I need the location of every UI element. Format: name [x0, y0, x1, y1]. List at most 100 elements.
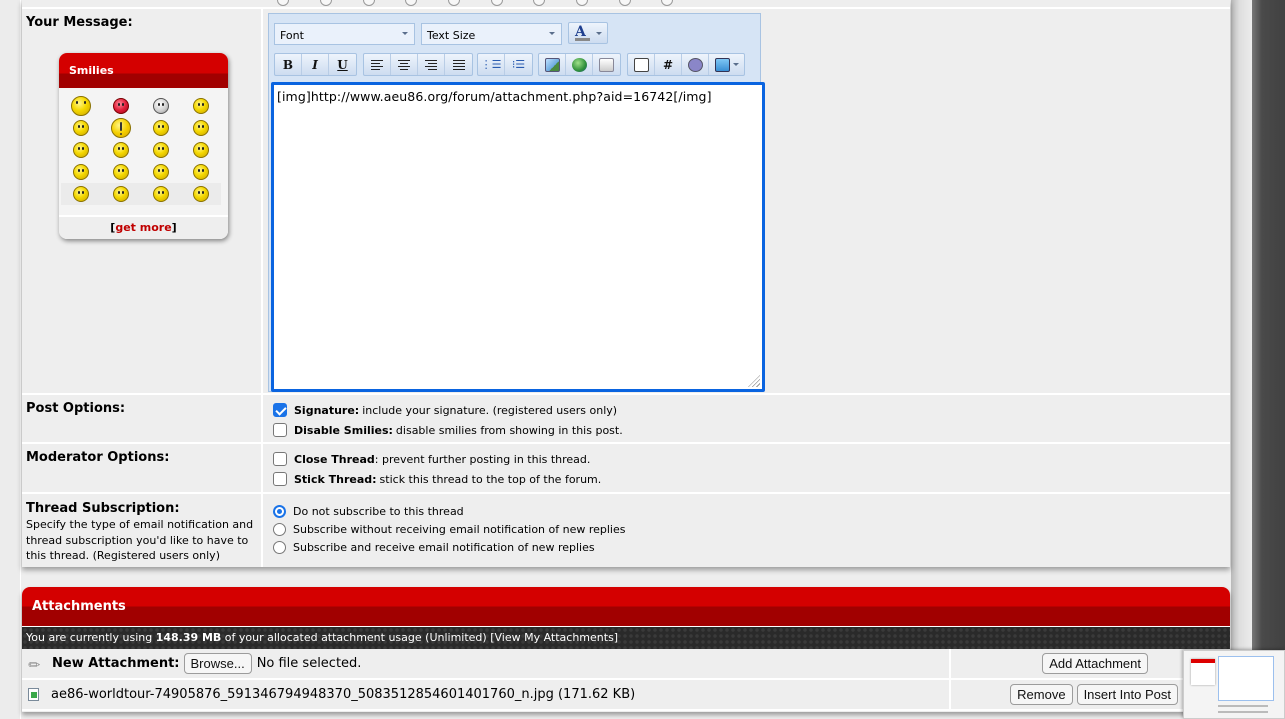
- attachment-usage-amount: 148.39 MB: [155, 631, 222, 644]
- close-thread-option[interactable]: Close Thread: prevent further posting in…: [273, 452, 590, 466]
- subscription-option-none[interactable]: Do not subscribe to this thread: [273, 505, 464, 518]
- globe-link-icon: [571, 57, 587, 72]
- justify-button[interactable]: [445, 54, 472, 75]
- subscription-option-no-email[interactable]: Subscribe without receiving email notifi…: [273, 523, 626, 536]
- paperclip-icon: ✎: [25, 655, 45, 675]
- stick-thread-option[interactable]: Stick Thread: stick this thread to the to…: [273, 472, 601, 486]
- insert-link-button[interactable]: [566, 54, 593, 75]
- cool-smiley-icon[interactable]: [181, 139, 221, 161]
- chevron-down-icon: [549, 32, 555, 35]
- email-icon: [599, 57, 614, 72]
- post-options-label: Post Options:: [26, 401, 126, 416]
- crying-laugh-smiley-icon[interactable]: [141, 183, 181, 205]
- post-options-values: Signature: include your signature. (regis…: [270, 395, 1230, 442]
- partial-radio[interactable]: [320, 0, 332, 6]
- sad-smiley-icon[interactable]: [181, 183, 221, 205]
- wall-smiley-icon[interactable]: [181, 161, 221, 183]
- php-icon: [687, 57, 703, 72]
- partial-radio[interactable]: [533, 0, 545, 6]
- grin-smiley-icon[interactable]: [101, 139, 141, 161]
- text-color-button[interactable]: A: [568, 22, 608, 44]
- partial-radio[interactable]: [448, 0, 460, 6]
- italic-button[interactable]: I: [302, 54, 329, 75]
- attachment-file-name: ae86-worldtour-74905876_591346794948370_…: [51, 687, 636, 702]
- partial-radio[interactable]: [576, 0, 588, 6]
- partial-radio[interactable]: [619, 0, 631, 6]
- subscription-option-email[interactable]: Subscribe and receive email notification…: [273, 541, 595, 554]
- insert-into-post-button[interactable]: Insert Into Post: [1076, 684, 1178, 705]
- hash-icon: #: [662, 57, 674, 72]
- disable-smilies-option[interactable]: Disable Smilies: disable smilies from sho…: [273, 423, 623, 437]
- subscription-radio-none[interactable]: [273, 505, 286, 518]
- align-center-icon: [398, 59, 410, 70]
- laugh-smiley-icon[interactable]: [61, 161, 101, 183]
- partial-radio[interactable]: [491, 0, 503, 6]
- sleep-smiley-icon[interactable]: [181, 117, 221, 139]
- wave-smiley-icon[interactable]: [61, 183, 101, 205]
- subscription-radio-no-email[interactable]: [273, 523, 286, 536]
- post-form-panel: Your Message: Smilies [get more] Font Te…: [22, 0, 1230, 567]
- tongue-smiley-icon[interactable]: [101, 161, 141, 183]
- video-button[interactable]: [709, 54, 744, 75]
- font-select[interactable]: Font: [274, 23, 415, 45]
- smile-smiley-icon[interactable]: [181, 95, 221, 117]
- screenshot-thumbnail-preview[interactable]: [1183, 650, 1285, 719]
- close-thread-checkbox[interactable]: [273, 452, 287, 466]
- moderator-options-values: Close Thread: prevent further posting in…: [270, 444, 1230, 492]
- neutral-smiley-icon[interactable]: [61, 139, 101, 161]
- unordered-list-button[interactable]: ⁝☰: [505, 54, 532, 75]
- quote-button[interactable]: [628, 54, 655, 75]
- thread-subscription-values: Do not subscribe to this thread Subscrib…: [270, 494, 1230, 567]
- cheerleader-smiley-icon[interactable]: [101, 183, 141, 205]
- insert-group: [538, 53, 621, 76]
- add-attachment-button[interactable]: Add Attachment: [1042, 653, 1148, 674]
- partial-radio[interactable]: [661, 0, 673, 6]
- code-group: #: [627, 53, 745, 76]
- align-center-button[interactable]: [391, 54, 418, 75]
- bold-button[interactable]: B: [275, 54, 302, 75]
- happy-smiley-icon[interactable]: [61, 117, 101, 139]
- browse-button[interactable]: Browse...: [183, 653, 252, 674]
- get-more-link[interactable]: get more: [115, 221, 171, 234]
- remove-attachment-button[interactable]: Remove: [1010, 684, 1073, 705]
- subscription-radio-email[interactable]: [273, 541, 286, 554]
- message-textarea[interactable]: [img]http://www.aeu86.org/forum/attachme…: [271, 82, 765, 392]
- insert-email-button[interactable]: [593, 54, 620, 75]
- message-editor: Font Text Size A B I U ⋮☰ ⁝☰ # [img]http…: [268, 13, 765, 392]
- bold-icon: B: [282, 57, 294, 72]
- angel-smiley-icon[interactable]: [61, 95, 101, 117]
- unordered-list-icon: ⁝☰: [511, 58, 526, 71]
- post-options-row: Post Options: Signature: include your sig…: [22, 395, 1230, 444]
- exclamation-smiley-icon[interactable]: [101, 117, 141, 139]
- partial-radio[interactable]: [277, 0, 289, 6]
- code-button[interactable]: #: [655, 54, 682, 75]
- stick-thread-checkbox[interactable]: [273, 472, 287, 486]
- confused-smiley-icon[interactable]: [141, 161, 181, 183]
- align-left-button[interactable]: [364, 54, 391, 75]
- align-left-icon: [371, 59, 383, 70]
- partial-radio[interactable]: [405, 0, 417, 6]
- php-button[interactable]: [682, 54, 709, 75]
- attachment-file-row: ae86-worldtour-74905876_591346794948370_…: [22, 680, 1230, 711]
- resize-grip-icon[interactable]: [748, 375, 760, 387]
- justify-icon: [452, 59, 465, 70]
- wink-smiley-icon[interactable]: [141, 139, 181, 161]
- attachment-file-cell: ae86-worldtour-74905876_591346794948370_…: [22, 680, 951, 709]
- signature-checkbox[interactable]: [273, 403, 287, 417]
- partial-radio[interactable]: [363, 0, 375, 6]
- quote-icon: [633, 57, 649, 72]
- smilies-title: Smilies: [59, 53, 228, 88]
- chevron-down-icon: [732, 63, 739, 66]
- mad-smiley-icon[interactable]: [101, 95, 141, 117]
- eek-smiley-icon[interactable]: [141, 117, 181, 139]
- disable-smilies-checkbox[interactable]: [273, 423, 287, 437]
- signature-option[interactable]: Signature: include your signature. (regis…: [273, 403, 617, 417]
- shocked-smiley-icon[interactable]: [141, 95, 181, 117]
- text-size-select[interactable]: Text Size: [421, 23, 562, 45]
- underline-button[interactable]: U: [329, 54, 356, 75]
- ordered-list-button[interactable]: ⋮☰: [478, 54, 505, 75]
- align-right-button[interactable]: [418, 54, 445, 75]
- attachments-panel: Attachments You are currently using 148.…: [22, 587, 1230, 712]
- view-my-attachments-text[interactable]: of your allocated attachment usage (Unli…: [221, 631, 618, 644]
- insert-image-button[interactable]: [539, 54, 566, 75]
